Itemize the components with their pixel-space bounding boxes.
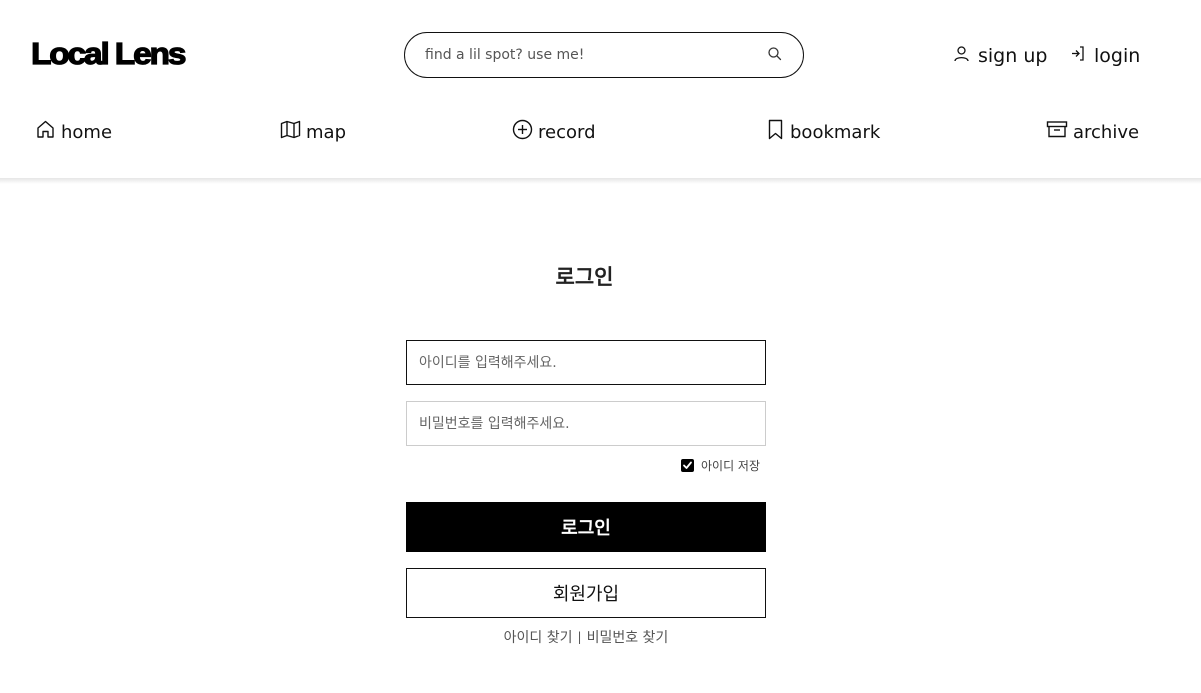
site-header: Local Lens sign up login home map: [0, 0, 1201, 180]
id-input[interactable]: [406, 340, 766, 385]
nav-item-bookmark[interactable]: bookmark: [766, 118, 880, 146]
nav-item-archive[interactable]: archive: [1046, 118, 1139, 146]
login-arrow-icon: [1069, 45, 1094, 67]
nav-label-record: record: [538, 121, 596, 143]
nav-item-record[interactable]: record: [512, 118, 596, 146]
link-separator: |: [577, 630, 582, 644]
signup-button[interactable]: 회원가입: [406, 568, 766, 618]
plus-circle-icon: [512, 119, 538, 145]
search-bar: [404, 32, 804, 78]
remember-id: 아이디 저장: [681, 456, 760, 474]
signup-link[interactable]: sign up: [953, 42, 1047, 70]
header-divider: [0, 178, 1201, 184]
user-icon: [953, 45, 978, 67]
nav-label-bookmark: bookmark: [790, 121, 881, 143]
page-title: 로그인: [555, 265, 614, 289]
account-help-links: 아이디 찾기 | 비밀번호 찾기: [406, 627, 766, 647]
home-icon: [35, 119, 61, 145]
remember-id-label[interactable]: 아이디 저장: [701, 457, 760, 474]
remember-id-checkbox[interactable]: [681, 458, 694, 472]
search-input[interactable]: [425, 33, 755, 77]
map-icon: [280, 119, 306, 145]
login-button[interactable]: 로그인: [406, 502, 766, 552]
site-logo[interactable]: Local Lens: [30, 35, 187, 72]
bookmark-icon: [766, 119, 790, 145]
find-password-link[interactable]: 비밀번호 찾기: [587, 627, 669, 647]
password-input[interactable]: [406, 401, 766, 446]
search-icon[interactable]: [767, 46, 783, 62]
nav-label-map: map: [306, 121, 346, 143]
find-id-link[interactable]: 아이디 찾기: [504, 627, 573, 647]
login-link[interactable]: login: [1069, 42, 1140, 70]
nav-item-home[interactable]: home: [35, 118, 112, 146]
archive-icon: [1046, 119, 1073, 145]
login-label: login: [1094, 45, 1141, 67]
nav-item-map[interactable]: map: [280, 118, 346, 146]
signup-label: sign up: [978, 45, 1048, 67]
nav-label-archive: archive: [1073, 121, 1140, 143]
nav-label-home: home: [61, 121, 113, 143]
